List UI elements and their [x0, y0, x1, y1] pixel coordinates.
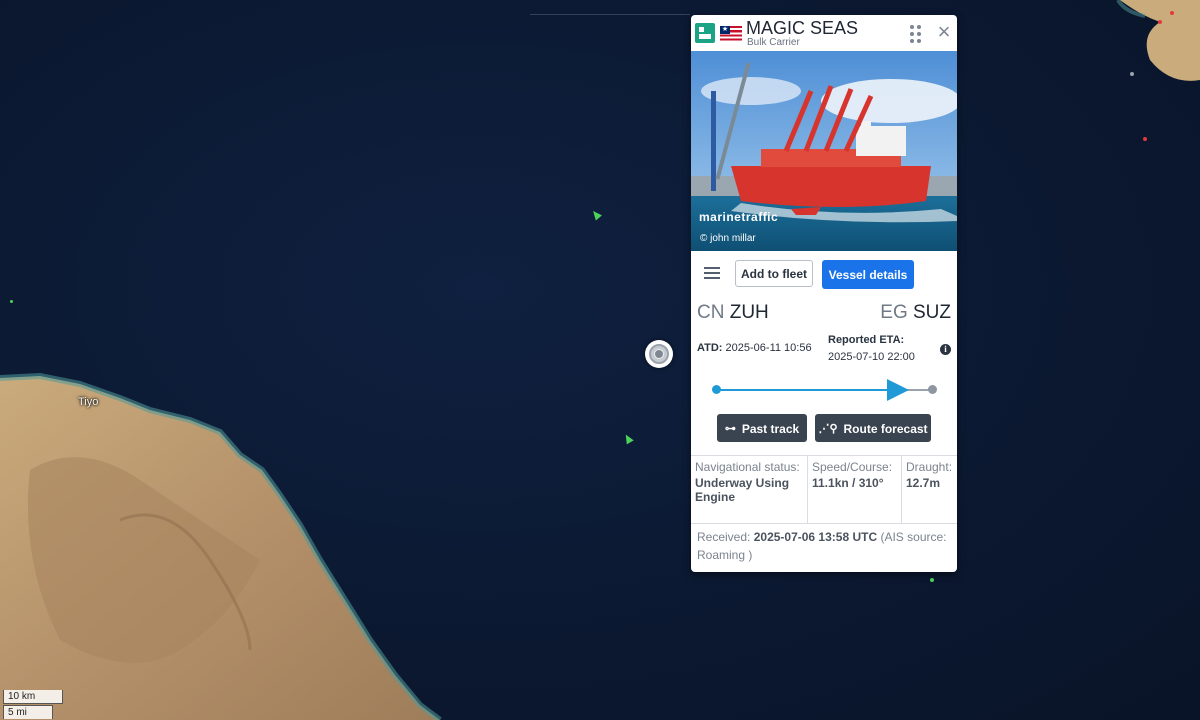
route-forecast-icon: ⋰⚲ — [818, 422, 838, 435]
received-info: Received: 2025-07-06 13:58 UTC (AIS sour… — [697, 528, 953, 564]
vessel-details-button[interactable]: Vessel details — [822, 260, 914, 289]
scale-bar-mi: 5 mi — [3, 705, 53, 719]
past-track-label: Past track — [741, 421, 800, 436]
draught-cell: Draught: 12.7m — [901, 456, 957, 523]
past-track-icon: ⊶ — [724, 422, 736, 435]
vessel-marker[interactable] — [1158, 20, 1162, 24]
vessel-marker[interactable] — [1170, 11, 1174, 15]
voyage-progress-bar — [716, 389, 906, 391]
info-icon[interactable]: i — [940, 344, 951, 355]
liberia-flag-icon: ★ — [720, 26, 742, 41]
vessel-info-panel: ★ MAGIC SEAS Bulk Carrier × marinetraffi… — [691, 15, 957, 572]
speed-course-cell: Speed/Course: 11.1kn / 310° — [807, 456, 901, 523]
flag-canton: ★ — [720, 26, 730, 34]
photo-credit: © john millar — [700, 233, 756, 244]
received-value: 2025-07-06 13:58 UTC — [753, 530, 878, 544]
close-icon[interactable]: × — [935, 21, 953, 43]
scale-bar-km: 10 km — [3, 690, 63, 704]
vessel-photo[interactable]: marinetraffic © john millar — [691, 51, 957, 251]
vessel-marker[interactable] — [10, 300, 13, 303]
vessel-name: MAGIC SEAS — [746, 18, 859, 38]
departure-port: CN ZUH — [697, 302, 769, 324]
panel-header: ★ MAGIC SEAS Bulk Carrier × — [691, 15, 957, 51]
destination-country: EG — [880, 302, 908, 323]
past-track-button[interactable]: ⊶ Past track — [717, 414, 807, 442]
speed-course-label: Speed/Course: — [812, 460, 893, 474]
atd: ATD: 2025-06-11 10:56 — [697, 342, 812, 354]
speed-course-value: 11.1kn / 310° — [812, 476, 884, 490]
town-label: Tiyo — [78, 396, 99, 408]
photo-watermark: marinetraffic — [699, 210, 779, 224]
atd-value: 2025-06-11 10:56 — [725, 342, 812, 354]
nav-status-value: Underway Using Engine — [695, 476, 790, 504]
draught-label: Draught: — [906, 460, 953, 474]
eta-value: 2025-07-10 22:00 — [828, 351, 915, 363]
vessel-position-arrow-icon — [887, 379, 909, 401]
vessel-status-table: Navigational status: Underway Using Engi… — [691, 455, 957, 524]
coastline-land — [0, 0, 1200, 720]
departure-port-code: ZUH — [729, 302, 769, 323]
vessel-marker[interactable] — [930, 578, 934, 582]
received-label: Received: — [697, 530, 751, 544]
voyage-start-dot — [712, 385, 721, 394]
route-forecast-label: Route forecast — [843, 421, 928, 436]
departure-country: CN — [697, 302, 725, 323]
draught-value: 12.7m — [906, 476, 941, 490]
ais-source-value: Roaming ) — [697, 548, 753, 562]
drag-handle-icon[interactable] — [910, 25, 924, 43]
selected-vessel-core — [654, 349, 664, 359]
atd-label: ATD: — [697, 342, 723, 354]
map-canvas[interactable]: Tiyo 10 km 5 mi — [0, 0, 1200, 720]
vessel-marker[interactable] — [1130, 72, 1134, 76]
ais-source-label: (AIS source: — [880, 530, 947, 544]
route-forecast-button[interactable]: ⋰⚲ Route forecast — [815, 414, 931, 442]
selected-vessel-marker[interactable] — [645, 340, 673, 368]
vessel-type: Bulk Carrier — [747, 37, 800, 48]
panel-toolbar: Add to fleet Vessel details — [691, 259, 957, 289]
voyage-end-dot — [928, 385, 937, 394]
destination-port: EG SUZ — [880, 302, 951, 324]
destination-port-code: SUZ — [913, 302, 951, 323]
cargo-type-icon — [695, 23, 715, 43]
vessel-marker[interactable] — [1143, 137, 1147, 141]
menu-icon[interactable] — [704, 267, 720, 279]
eta-label: Reported ETA: — [828, 334, 905, 346]
nav-status-cell: Navigational status: Underway Using Engi… — [691, 456, 807, 523]
add-to-fleet-button[interactable]: Add to fleet — [735, 260, 813, 287]
flag-star-icon: ★ — [721, 26, 729, 33]
nav-status-label: Navigational status: — [695, 460, 800, 474]
